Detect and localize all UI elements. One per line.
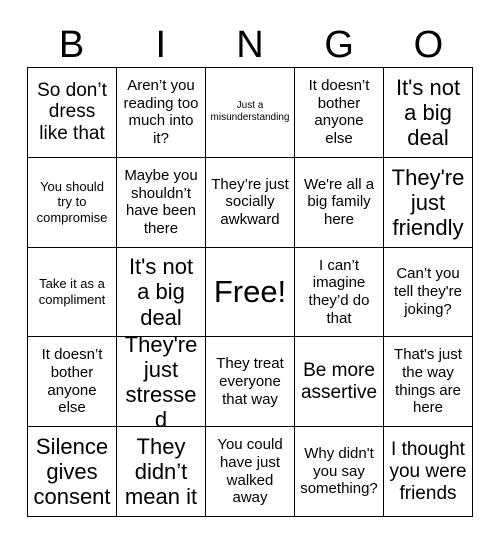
bingo-cell[interactable]: You should try to compromise xyxy=(28,157,117,248)
bingo-row: It doesn’t bother anyone else They're ju… xyxy=(28,337,473,428)
bingo-cell[interactable]: That's just the way things are here xyxy=(384,337,473,428)
bingo-cell-label: Take it as a compliment xyxy=(38,276,106,307)
header-letter-n: N xyxy=(236,23,264,66)
bingo-row: You should try to compromise Maybe you s… xyxy=(28,157,473,248)
bingo-cell-free[interactable]: Free! xyxy=(206,247,295,338)
bingo-cell[interactable]: Take it as a compliment xyxy=(28,247,117,338)
header-letter-g: G xyxy=(324,23,354,66)
bingo-cell-label: They didn’t mean it xyxy=(124,433,198,510)
bingo-cell[interactable]: It doesn’t bother anyone else xyxy=(295,68,384,158)
bingo-cell-label: They're just stressed xyxy=(124,337,198,428)
bingo-header: B I N G O xyxy=(27,22,473,67)
bingo-cell-label: Maybe you shouldn’t have been there xyxy=(124,166,198,237)
bingo-cell[interactable]: Aren’t you reading too much into it? xyxy=(117,68,206,158)
bingo-cell-label: It doesn’t bother anyone else xyxy=(41,346,103,417)
bingo-row: Take it as a compliment It's not a big d… xyxy=(28,247,473,338)
bingo-cell[interactable]: It's not a big deal xyxy=(384,68,473,158)
bingo-cell-label: They’re just socially awkward xyxy=(211,175,289,229)
bingo-cell-label: That's just the way things are here xyxy=(394,346,462,417)
bingo-cell[interactable]: We're all a big family here xyxy=(295,157,384,248)
header-letter-b: B xyxy=(58,23,85,66)
bingo-cell[interactable]: They didn’t mean it xyxy=(117,427,206,517)
bingo-cell-label: Be more assertive xyxy=(300,359,378,403)
bingo-cell[interactable]: You could have just walked away xyxy=(206,427,295,517)
bingo-cell[interactable]: It's not a big deal xyxy=(117,247,206,338)
bingo-cell-label: It doesn’t bother anyone else xyxy=(308,77,370,148)
bingo-cell[interactable]: They treat everyone that way xyxy=(206,337,295,428)
bingo-cell-label: They're just friendly xyxy=(391,164,465,240)
header-letter-o: O xyxy=(413,23,444,66)
bingo-cell-label: They treat everyone that way xyxy=(216,355,284,408)
bingo-cell-label: It's not a big deal xyxy=(128,254,194,330)
bingo-cell[interactable]: I thought you were friends xyxy=(384,427,473,517)
bingo-cell-label: You could have just walked away xyxy=(217,436,283,507)
bingo-card: B I N G O So don’t dress like that Aren’… xyxy=(0,0,500,544)
bingo-cell-label: Silence gives consent xyxy=(33,433,111,510)
bingo-row: Silence gives consent They didn’t mean i… xyxy=(28,427,473,517)
bingo-cell-label: We're all a big family here xyxy=(303,175,375,229)
bingo-cell[interactable]: Be more assertive xyxy=(295,337,384,428)
bingo-cell-label: Why didn't you say something? xyxy=(300,445,378,498)
bingo-cell[interactable]: I can’t imagine they’d do that xyxy=(295,247,384,338)
bingo-cell-label: Can’t you tell they're joking? xyxy=(394,265,462,318)
bingo-cell-label: It's not a big deal xyxy=(395,74,461,150)
header-letter-i: I xyxy=(155,23,167,66)
bingo-cell[interactable]: They’re just socially awkward xyxy=(206,157,295,248)
bingo-cell-label: I thought you were friends xyxy=(389,438,467,504)
bingo-cell[interactable]: Can’t you tell they're joking? xyxy=(384,247,473,338)
bingo-cell-label: You should try to compromise xyxy=(36,178,108,225)
bingo-cell[interactable]: They're just friendly xyxy=(384,157,473,248)
bingo-grid: So don’t dress like that Aren’t you read… xyxy=(27,67,473,517)
bingo-cell-label: I can’t imagine they’d do that xyxy=(308,256,370,327)
bingo-cell[interactable]: Silence gives consent xyxy=(28,427,117,517)
bingo-cell[interactable]: So don’t dress like that xyxy=(28,68,117,158)
bingo-row: So don’t dress like that Aren’t you read… xyxy=(28,68,473,158)
bingo-cell[interactable]: Maybe you shouldn’t have been there xyxy=(117,157,206,248)
bingo-cell[interactable]: Why didn't you say something? xyxy=(295,427,384,517)
bingo-cell[interactable]: It doesn’t bother anyone else xyxy=(28,337,117,428)
free-space-label: Free! xyxy=(213,273,287,309)
bingo-cell-label: Just a misunderstanding xyxy=(210,99,290,124)
bingo-cell[interactable]: Just a misunderstanding xyxy=(206,68,295,158)
bingo-cell-label: Aren’t you reading too much into it? xyxy=(123,77,199,148)
bingo-cell[interactable]: They're just stressed xyxy=(117,337,206,428)
bingo-cell-label: So don’t dress like that xyxy=(37,79,107,145)
